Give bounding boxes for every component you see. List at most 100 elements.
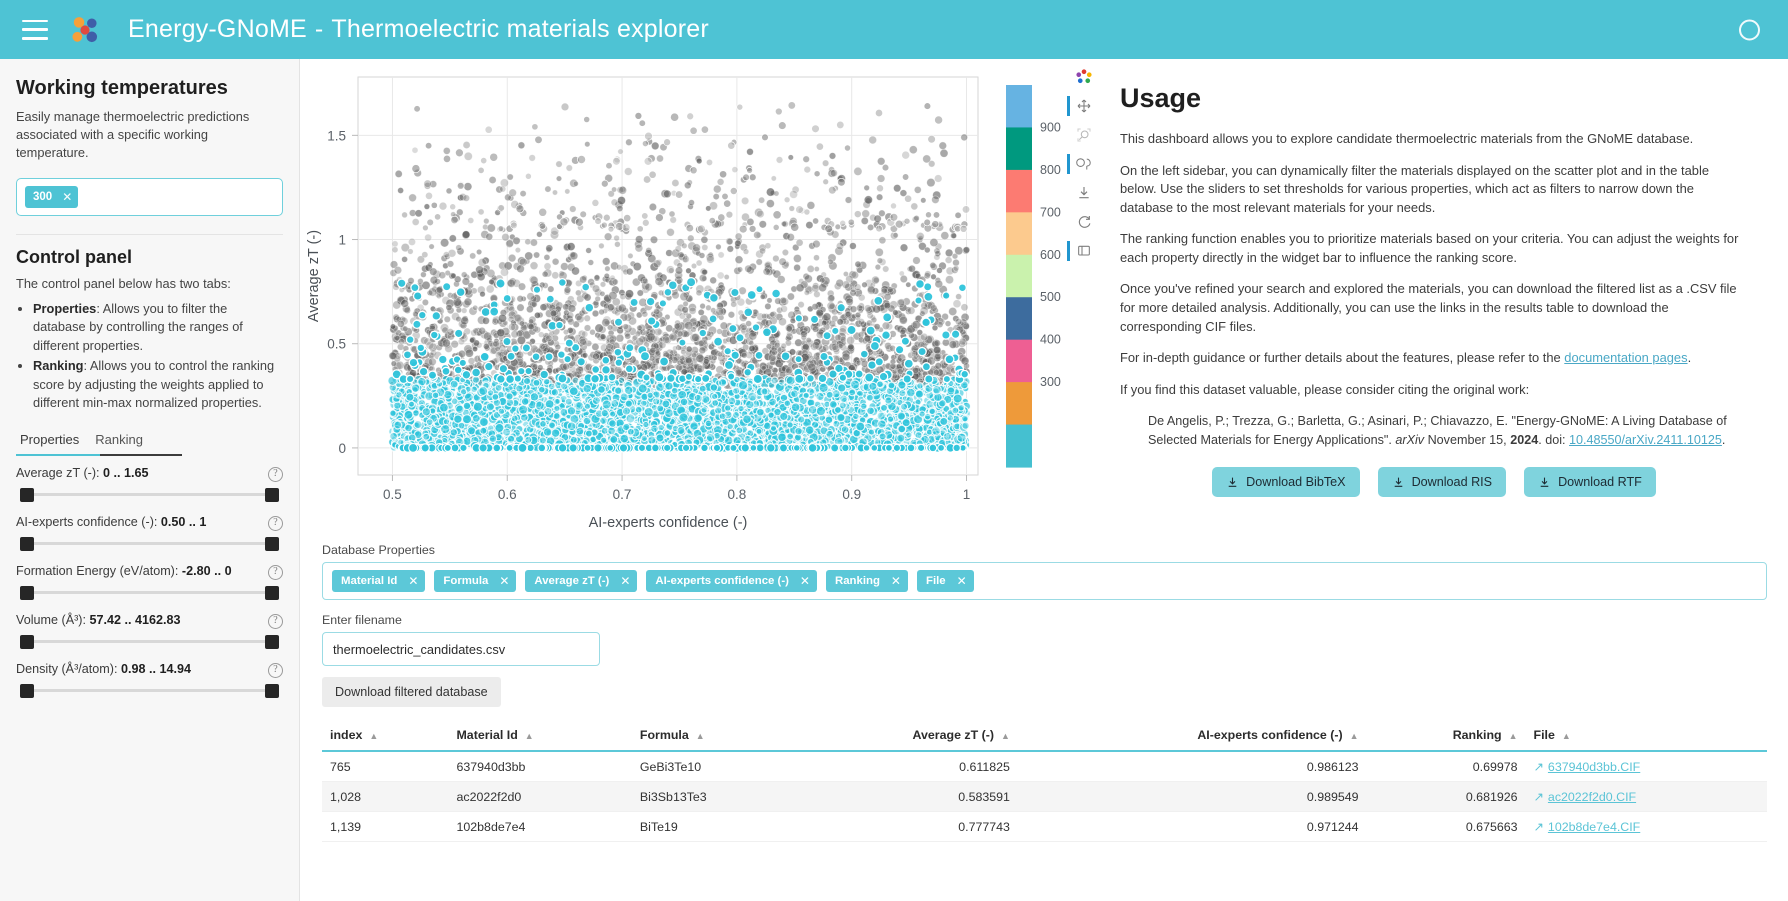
download-bibtex-button[interactable]: Download BibTeX [1212, 467, 1360, 498]
citation-year: 2024 [1510, 432, 1539, 447]
table-row: 1,139 102b8de7e4 BiTe19 0.777743 0.971244 0.6… [322, 811, 1767, 842]
sort-arrow-icon[interactable]: ▲ [1509, 731, 1518, 741]
sort-arrow-icon[interactable]: ▲ [696, 731, 705, 741]
sort-arrow-icon[interactable]: ▲ [369, 731, 378, 741]
tab-properties[interactable]: Properties [16, 427, 91, 454]
plotly-modebar[interactable] [1066, 59, 1102, 535]
table-header-label: Formula [639, 728, 689, 742]
slider-handle-min[interactable] [20, 586, 34, 601]
close-icon[interactable]: ✕ [957, 574, 967, 588]
cell-average-zt: 0.583591 [794, 781, 1018, 812]
download-ris-label: Download RIS [1411, 475, 1493, 490]
database-properties-input[interactable]: Material Id ✕ Formula ✕ Average zT (-) ✕ AI-ex… [322, 562, 1767, 600]
slider-handle-max[interactable] [265, 488, 279, 503]
hamburger-icon[interactable] [22, 19, 48, 40]
slider-handle-max[interactable] [265, 684, 279, 699]
usage-paragraph-1: This dashboard allows you to explore can… [1120, 131, 1694, 146]
slider-track-wrap[interactable] [16, 536, 283, 552]
download-camera-icon[interactable] [1073, 183, 1095, 203]
download-ris-button[interactable]: Download RIS [1377, 467, 1507, 498]
slider-track-wrap[interactable] [16, 487, 283, 503]
property-chip-label: File [925, 575, 946, 587]
table-header-average-zt[interactable]: Average zT (-) ▲ [794, 721, 1018, 752]
slider-handle-min[interactable] [20, 635, 34, 650]
loading-spinner-icon [1739, 19, 1760, 40]
cif-download-link[interactable]: ac2022f2d0.CIF [1548, 790, 1636, 804]
slider-range: 0.50 .. 1 [160, 515, 207, 530]
slider-handle-min[interactable] [20, 537, 34, 552]
slider-handle-min[interactable] [20, 684, 34, 699]
citation-doi-link[interactable]: 10.48550/arXiv.2411.10125 [1569, 433, 1722, 447]
close-icon[interactable]: ✕ [620, 574, 630, 588]
table-header-material-id[interactable]: Material Id ▲ [448, 721, 632, 752]
doc-text-after: . [1687, 350, 1692, 366]
table-header-file[interactable]: File ▲ [1525, 721, 1767, 752]
property-chip[interactable]: Formula ✕ [434, 570, 517, 592]
slider-formation-energy: Formation Energy (eV/atom): -2.80 .. 0 ? [16, 564, 283, 601]
external-link-icon: ↗ [1533, 790, 1544, 804]
database-section: Database Properties Material Id ✕ Formula ✕… [300, 535, 1788, 842]
scatter-plot-svg[interactable]: 0.5 0.6 0.7 0.8 0.9 100.511.5AI-experts confi… [300, 65, 1000, 535]
slider-handle-min[interactable] [20, 488, 34, 503]
download-rtf-button[interactable]: Download RTF [1524, 467, 1656, 498]
reset-axes-icon[interactable] [1073, 212, 1095, 232]
close-icon[interactable]: ✕ [408, 574, 418, 588]
slider-track-wrap[interactable] [16, 585, 283, 601]
table-header-ranking[interactable]: Ranking ▲ [1366, 721, 1526, 752]
temperature-tag-label: 300 [33, 191, 53, 204]
documentation-link[interactable]: documentation pages [1564, 350, 1687, 365]
slider-track-wrap[interactable] [16, 634, 283, 650]
external-link-icon: ↗ [1533, 820, 1544, 834]
lasso-select-icon[interactable] [1067, 154, 1095, 174]
property-chip[interactable]: Material Id ✕ [332, 570, 426, 592]
property-chip[interactable]: File ✕ [916, 570, 974, 592]
close-icon[interactable]: ✕ [499, 574, 509, 588]
download-icon [1394, 477, 1402, 487]
zoom-select-icon[interactable] [1073, 125, 1095, 145]
cell-file: ↗ 637940d3bb.CIF [1525, 751, 1767, 782]
main-content: 0.5 0.6 0.7 0.8 0.9 1 0 0.5 1 1.5 AI-experts confi… [300, 59, 1788, 901]
close-icon[interactable]: ✕ [800, 574, 810, 588]
table-header-label: AI-experts confidence (-) [1197, 728, 1343, 742]
cif-download-link[interactable]: 637940d3bb.CIF [1548, 760, 1640, 774]
citation-block: De Angelis, P.; Trezza, G.; Barletta, G.… [1148, 412, 1748, 449]
slider-track-wrap[interactable] [16, 683, 283, 699]
slider-handle-max[interactable] [265, 537, 279, 552]
sort-arrow-icon[interactable]: ▲ [1001, 731, 1010, 741]
sort-arrow-icon[interactable]: ▲ [1562, 731, 1571, 741]
table-header-formula[interactable]: Formula ▲ [631, 721, 795, 752]
property-chip-label: AI-experts confidence (-) [655, 575, 789, 587]
toggle-spikes-icon[interactable] [1067, 241, 1095, 261]
slider-range: -2.80 .. 0 [181, 564, 232, 579]
slider-track [28, 493, 271, 497]
scatter-plot[interactable]: 0.5 0.6 0.7 0.8 0.9 1 0 0.5 1 1.5 AI-experts confi… [300, 59, 1000, 535]
temperature-tag[interactable]: 300 ✕ [25, 186, 79, 209]
cell-file: ↗ 102b8de7e4.CIF [1525, 811, 1767, 842]
table-header-ai-experts-confidence[interactable]: AI-experts confidence (-) ▲ [1017, 721, 1367, 752]
slider-handle-max[interactable] [265, 586, 279, 601]
property-chip[interactable]: AI-experts confidence (-) ✕ [646, 570, 817, 592]
slider-label: AI-experts confidence (-): 0.50 .. 1 [16, 515, 283, 529]
slider-handle-max[interactable] [265, 635, 279, 650]
property-chip[interactable]: Ranking ✕ [825, 570, 908, 592]
download-filtered-database-button[interactable]: Download filtered database [322, 677, 501, 707]
results-table: index ▲ Material Id ▲ Formula ▲ Average zT (-)… [322, 721, 1767, 842]
sort-arrow-icon[interactable]: ▲ [525, 731, 534, 741]
close-icon[interactable]: ✕ [62, 190, 72, 204]
slider-label: Density (Å³/atom): 0.98 .. 14.94 [16, 662, 283, 676]
sort-arrow-icon[interactable]: ▲ [1350, 731, 1359, 741]
cell-average-zt: 0.611825 [794, 751, 1018, 782]
table-header-index[interactable]: index ▲ [322, 721, 449, 752]
property-chip[interactable]: Average zT (-) ✕ [525, 570, 638, 592]
property-chip-label: Material Id [341, 575, 398, 587]
title-dash: - [314, 15, 324, 43]
cif-download-link[interactable]: 102b8de7e4.CIF [1548, 820, 1640, 834]
plotly-logo-icon[interactable] [1073, 67, 1095, 87]
colorbar-svg: 900800700600500400300 [1006, 85, 1061, 468]
tab-ranking[interactable]: Ranking [91, 427, 155, 454]
temperature-tag-input[interactable]: 300 ✕ [16, 178, 283, 217]
pan-icon[interactable] [1067, 96, 1095, 116]
citation-download-buttons: Download BibTeX Download RIS Download RT… [1120, 467, 1748, 498]
filename-input[interactable] [322, 632, 600, 666]
close-icon[interactable]: ✕ [891, 574, 901, 588]
